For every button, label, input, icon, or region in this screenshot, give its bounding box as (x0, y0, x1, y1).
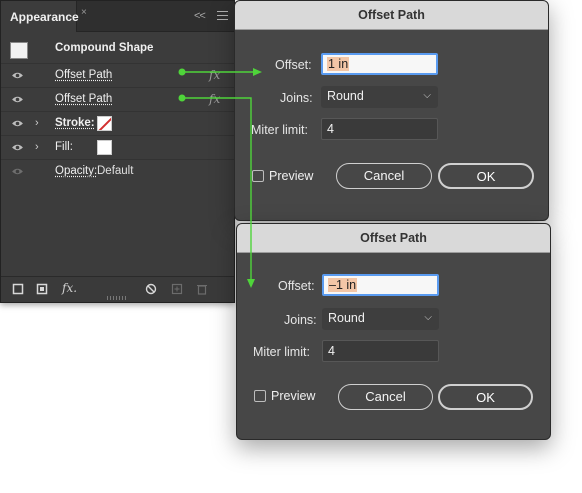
resize-grip[interactable] (107, 296, 127, 300)
duplicate-item-icon[interactable] (171, 283, 183, 295)
ok-button[interactable]: OK (438, 163, 534, 189)
dialog-title: Offset Path (235, 1, 548, 30)
close-icon[interactable]: × (81, 7, 87, 18)
fx-icon: fx (209, 92, 221, 106)
row-label[interactable]: Offset Path (55, 93, 112, 105)
chevron-down-icon: ⌵ (424, 312, 432, 323)
row-label: Compound Shape (55, 42, 154, 54)
offset-path-dialog-positive: Offset Path Offset: 1 in Joins: Round ⌵ M… (234, 0, 549, 221)
clear-appearance-icon[interactable] (145, 283, 157, 295)
eye-icon[interactable] (11, 95, 24, 104)
row-compound-shape[interactable]: Compound Shape (1, 37, 234, 64)
collapse-icon[interactable]: << (194, 10, 206, 22)
panel-header: Appearance × << (1, 1, 234, 32)
add-stroke-icon[interactable] (12, 283, 24, 295)
appearance-rows: Compound Shape Offset Path fx Offset Pat… (1, 37, 234, 184)
row-stroke[interactable]: › Stroke: (1, 112, 234, 136)
stroke-swatch[interactable] (97, 116, 112, 131)
object-thumbnail (10, 42, 28, 59)
row-offset-path-2[interactable]: Offset Path fx (1, 88, 234, 112)
offset-label: Offset: (278, 279, 315, 293)
fx-icon: fx (209, 68, 221, 82)
miter-limit-label: Miter limit: (251, 123, 308, 137)
panel-menu-icon[interactable] (217, 11, 228, 23)
row-label[interactable]: Opacity: (55, 165, 97, 177)
tab-appearance[interactable]: Appearance (1, 1, 79, 32)
miter-limit-input[interactable]: 4 (321, 118, 438, 140)
joins-select[interactable]: Round ⌵ (322, 308, 439, 330)
chevron-right-icon[interactable]: › (35, 117, 39, 129)
preview-label[interactable]: Preview (269, 169, 313, 183)
cancel-button[interactable]: Cancel (336, 163, 432, 189)
eye-icon[interactable] (11, 119, 24, 128)
row-label[interactable]: Offset Path (55, 69, 112, 81)
miter-limit-label: Miter limit: (253, 345, 310, 359)
add-fill-icon[interactable] (36, 283, 48, 295)
row-label[interactable]: Fill: (55, 141, 73, 153)
preview-label[interactable]: Preview (271, 389, 315, 403)
fill-swatch[interactable] (97, 140, 112, 155)
offset-input[interactable]: 1 in (321, 53, 438, 75)
preview-checkbox[interactable] (254, 390, 266, 402)
offset-input[interactable]: –1 in (322, 274, 439, 296)
cancel-button[interactable]: Cancel (338, 384, 433, 410)
delete-item-icon[interactable] (196, 283, 208, 295)
add-effect-icon[interactable]: fx. (62, 281, 77, 295)
row-fill[interactable]: › Fill: (1, 136, 234, 160)
offset-label: Offset: (275, 58, 312, 72)
eye-icon[interactable] (11, 167, 24, 176)
ok-button[interactable]: OK (438, 384, 533, 410)
offset-path-dialog-negative: Offset Path Offset: –1 in Joins: Round ⌵ … (236, 223, 551, 440)
row-opacity[interactable]: Opacity: Default (1, 160, 234, 184)
dialog-title: Offset Path (237, 224, 550, 253)
chevron-down-icon: ⌵ (423, 90, 431, 101)
eye-icon[interactable] (11, 71, 24, 80)
panel-footer: fx. (1, 276, 234, 302)
joins-label: Joins: (280, 91, 313, 105)
joins-select[interactable]: Round ⌵ (321, 86, 438, 108)
miter-limit-input[interactable]: 4 (322, 340, 439, 362)
chevron-right-icon[interactable]: › (35, 141, 39, 153)
eye-icon[interactable] (11, 143, 24, 152)
row-offset-path-1[interactable]: Offset Path fx (1, 64, 234, 88)
preview-checkbox[interactable] (252, 170, 264, 182)
appearance-panel: Appearance × << Compound Shape Offset Pa… (0, 0, 235, 303)
row-label[interactable]: Stroke: (55, 117, 95, 129)
joins-label: Joins: (284, 313, 317, 327)
opacity-value: Default (97, 165, 134, 177)
